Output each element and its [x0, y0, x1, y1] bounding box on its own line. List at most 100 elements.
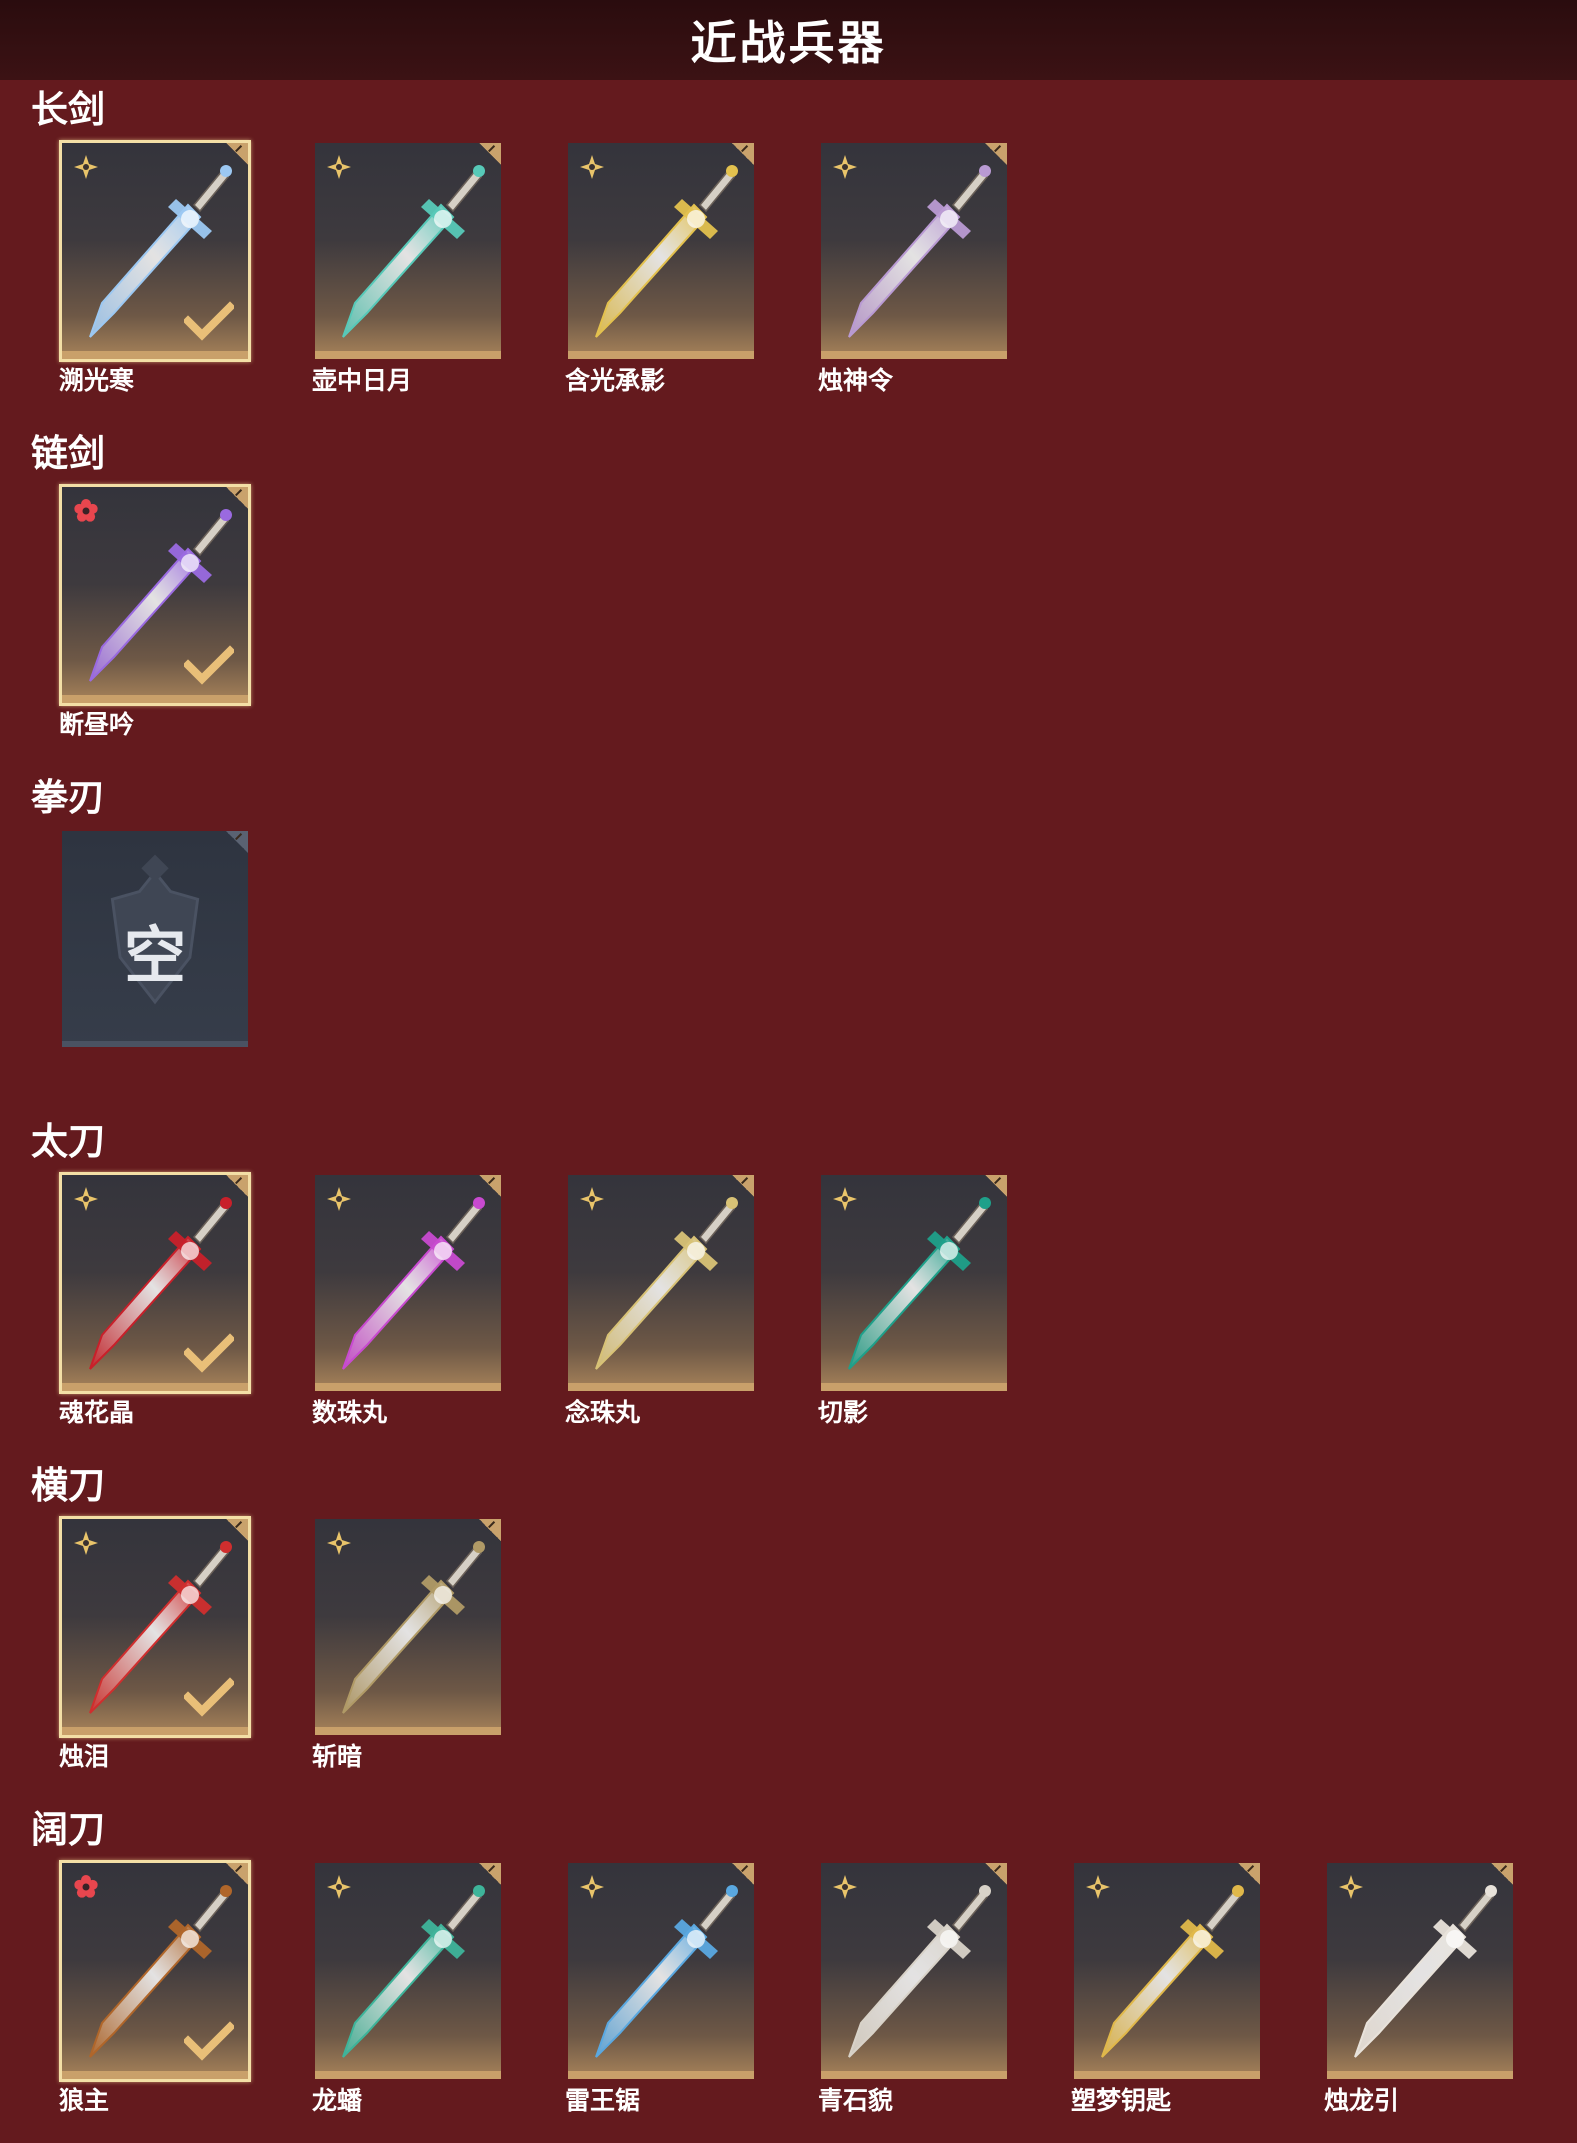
weapon-card[interactable]: [312, 1516, 504, 1738]
weapon-card[interactable]: [59, 140, 251, 362]
corner-tag-icon: [226, 1863, 248, 1885]
weapon-card[interactable]: [312, 1860, 504, 2082]
corner-tag-icon: [226, 1519, 248, 1541]
corner-tag-icon: [479, 1519, 501, 1541]
card-bottom-bar: [568, 351, 754, 359]
section-header: 拳刃: [31, 776, 105, 819]
weapon-card[interactable]: [59, 484, 251, 706]
equipped-check-icon: [184, 645, 234, 685]
weapon-card[interactable]: [1071, 1860, 1263, 2082]
card-bottom-bar: [821, 1383, 1007, 1391]
weapon-name: 壶中日月: [312, 366, 413, 395]
section-header: 阔刀: [31, 1808, 105, 1851]
card-bottom-bar: [315, 1727, 501, 1735]
gold-quality-star-icon: [1086, 1875, 1110, 1899]
card-bottom-bar: [62, 1041, 248, 1047]
red-quality-star-icon: [74, 499, 98, 522]
corner-tag-icon: [479, 143, 501, 165]
gold-quality-star-icon: [833, 1187, 857, 1211]
weapon-name: 龙蟠: [312, 2086, 363, 2115]
empty-slot-text: 空: [123, 919, 186, 992]
weapon-name: 狼主: [59, 2086, 110, 2115]
gold-quality-star-icon: [833, 155, 857, 179]
weapon-name: 切影: [818, 1398, 869, 1427]
gold-quality-star-icon: [327, 1531, 351, 1555]
weapon-name: 溯光寒: [59, 366, 135, 395]
card-bottom-bar: [62, 2071, 248, 2079]
weapon-card[interactable]: [59, 1516, 251, 1738]
corner-tag-icon: [479, 1175, 501, 1197]
card-bottom-bar: [568, 2071, 754, 2079]
corner-tag-icon: [985, 143, 1007, 165]
weapon-icon: [595, 165, 738, 338]
weapon-name: 数珠丸: [312, 1398, 388, 1427]
gold-quality-star-icon: [327, 155, 351, 179]
corner-tag-icon: [1491, 1863, 1513, 1885]
corner-tag-icon: [226, 831, 248, 853]
weapon-card[interactable]: [565, 140, 757, 362]
weapon-name: 斩暗: [312, 1742, 363, 1771]
corner-tag-icon: [226, 1175, 248, 1197]
gold-quality-star-icon: [327, 1875, 351, 1899]
gold-quality-star-icon: [1339, 1875, 1363, 1899]
weapon-card[interactable]: [59, 1172, 251, 1394]
weapon-name: 魂花晶: [59, 1398, 135, 1427]
corner-tag-icon: [226, 143, 248, 165]
weapon-icon: [342, 1541, 485, 1714]
weapon-card[interactable]: [818, 1172, 1010, 1394]
weapon-card[interactable]: [312, 1172, 504, 1394]
gold-quality-star-icon: [74, 1187, 98, 1211]
card-bottom-bar: [62, 351, 248, 359]
weapon-card[interactable]: [1324, 1860, 1516, 2082]
section-header: 链剑: [31, 432, 105, 475]
equipped-check-icon: [184, 2021, 234, 2061]
section-header: 长剑: [31, 88, 105, 131]
weapon-card[interactable]: [565, 1860, 757, 2082]
page-title: 近战兵器: [690, 16, 887, 70]
weapon-name: 雷王锯: [565, 2086, 641, 2115]
weapon-name: 青石貌: [818, 2086, 894, 2115]
corner-tag-icon: [479, 1863, 501, 1885]
card-bottom-bar: [62, 1727, 248, 1735]
weapon-name: 含光承影: [565, 366, 666, 395]
corner-tag-icon: [732, 1863, 754, 1885]
weapon-name: 烛泪: [59, 1742, 110, 1771]
card-bottom-bar: [1074, 2071, 1260, 2079]
weapon-card[interactable]: [818, 140, 1010, 362]
corner-tag-icon: [1238, 1863, 1260, 1885]
weapon-card[interactable]: [565, 1172, 757, 1394]
equipped-check-icon: [184, 1677, 234, 1717]
empty-weapon-slot[interactable]: 空: [59, 828, 251, 1050]
weapon-icon: [848, 165, 991, 338]
gold-quality-star-icon: [327, 1187, 351, 1211]
card-bottom-bar: [315, 2071, 501, 2079]
corner-tag-icon: [732, 143, 754, 165]
title-bar: 近战兵器: [0, 0, 1577, 80]
weapon-card[interactable]: [818, 1860, 1010, 2082]
weapon-name: 烛龙引: [1324, 2086, 1400, 2115]
weapon-icon: [1354, 1885, 1497, 2058]
weapon-icon: [595, 1885, 738, 2058]
weapon-name: 断昼吟: [59, 710, 135, 739]
weapon-icon: [1101, 1885, 1244, 2058]
gold-quality-star-icon: [74, 155, 98, 179]
corner-tag-icon: [732, 1175, 754, 1197]
card-bottom-bar: [821, 351, 1007, 359]
section-header: 横刀: [31, 1464, 105, 1507]
equipped-check-icon: [184, 301, 234, 341]
weapon-name: 念珠丸: [565, 1398, 641, 1427]
weapon-icon: [595, 1197, 738, 1370]
red-quality-star-icon: [74, 1875, 98, 1898]
corner-tag-icon: [226, 487, 248, 509]
weapon-icon: [342, 165, 485, 338]
card-bottom-bar: [315, 1383, 501, 1391]
weapon-card[interactable]: [59, 1860, 251, 2082]
weapon-card[interactable]: [312, 140, 504, 362]
corner-tag-icon: [985, 1175, 1007, 1197]
corner-tag-icon: [985, 1863, 1007, 1885]
gold-quality-star-icon: [580, 1875, 604, 1899]
card-bottom-bar: [821, 2071, 1007, 2079]
card-bottom-bar: [315, 351, 501, 359]
gold-quality-star-icon: [580, 155, 604, 179]
equipped-check-icon: [184, 1333, 234, 1373]
